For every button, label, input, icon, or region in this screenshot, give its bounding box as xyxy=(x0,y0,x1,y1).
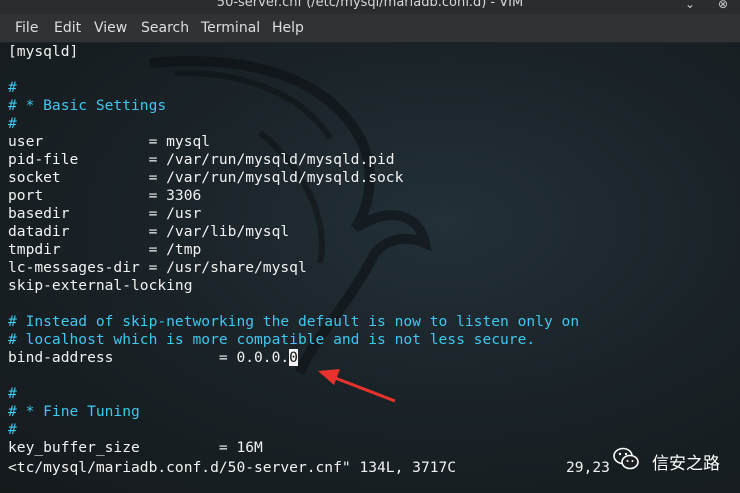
minimize-icon[interactable]: ⌄ xyxy=(683,0,697,11)
menu-bar: File Edit View Search Terminal Help xyxy=(0,14,740,43)
close-icon[interactable]: ⊗ xyxy=(716,0,730,11)
menu-terminal[interactable]: Terminal xyxy=(201,20,260,36)
title-bar: 50-server.cnf (/etc/mysql/mariadb.conf.d… xyxy=(0,0,740,14)
menu-file[interactable]: File xyxy=(15,20,38,36)
watermark-text: 信安之路 xyxy=(652,454,720,474)
red-arrow-annotation xyxy=(318,369,396,403)
menu-view[interactable]: View xyxy=(94,20,127,36)
window-title: 50-server.cnf (/etc/mysql/mariadb.conf.d… xyxy=(216,0,524,10)
wechat-icon xyxy=(613,447,639,470)
menu-search[interactable]: Search xyxy=(141,20,189,36)
terminal-area[interactable]: [mysqld] # # * Basic Settings # user = mysql… xyxy=(0,43,740,493)
menu-help[interactable]: Help xyxy=(272,20,304,36)
menu-edit[interactable]: Edit xyxy=(54,20,81,36)
